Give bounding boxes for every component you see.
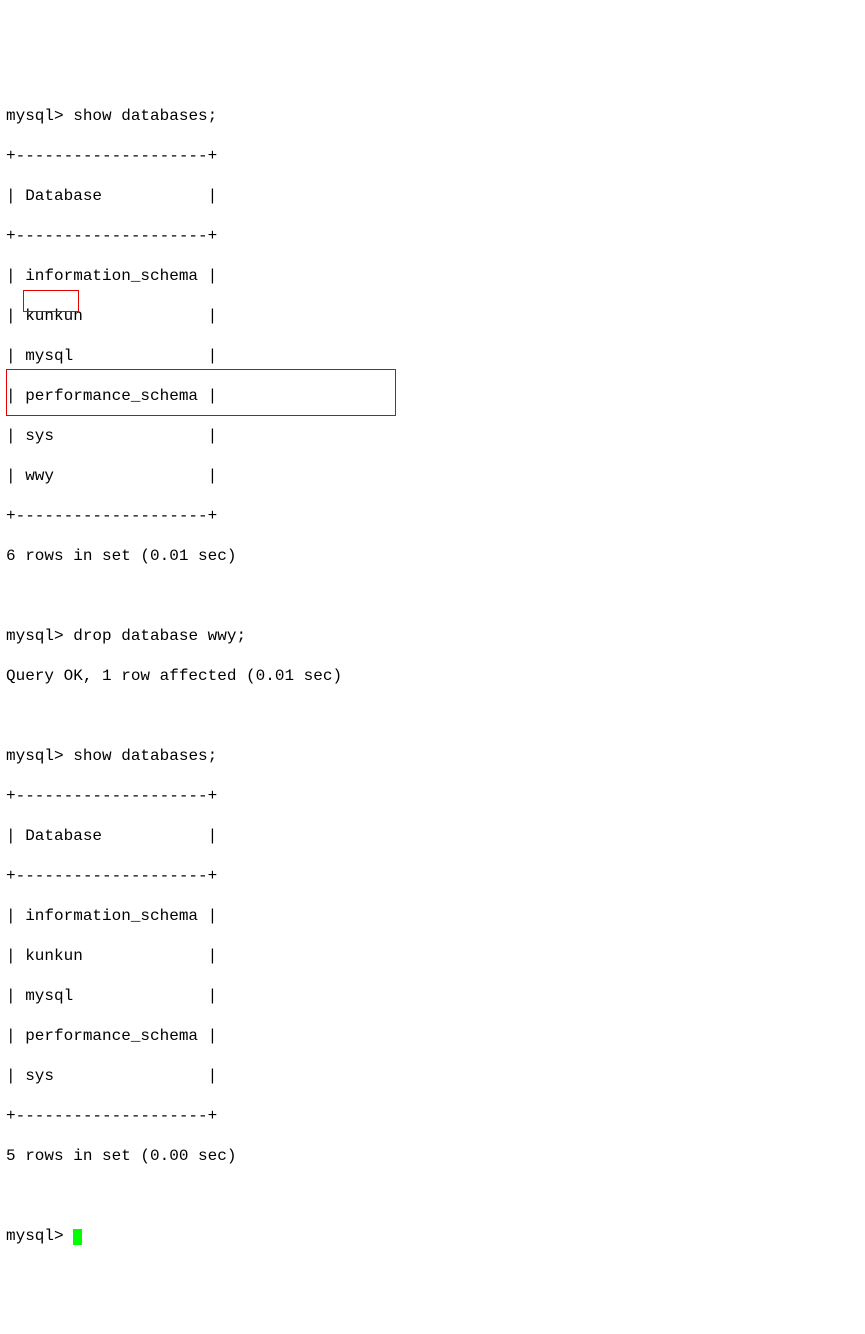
prompt: mysql> — [6, 1227, 64, 1245]
mysql-terminal[interactable]: mysql> show databases; +----------------… — [6, 86, 859, 1306]
table-row: | mysql | — [6, 346, 859, 366]
table-header: | Database | — [6, 826, 859, 846]
cmd-line-2: mysql> drop database wwy; — [6, 626, 859, 646]
table-row: | sys | — [6, 1066, 859, 1086]
summary-2: 5 rows in set (0.00 sec) — [6, 1146, 859, 1166]
blank — [6, 706, 859, 726]
table-row: | performance_schema | — [6, 386, 859, 406]
table-row: | information_schema | — [6, 906, 859, 926]
command-show-1: show databases; — [73, 107, 217, 125]
table-sep: +--------------------+ — [6, 146, 859, 166]
table-sep: +--------------------+ — [6, 1106, 859, 1126]
summary-1: 6 rows in set (0.01 sec) — [6, 546, 859, 566]
table-sep: +--------------------+ — [6, 866, 859, 886]
command-show-2: show databases; — [73, 747, 217, 765]
command-drop: drop database wwy; — [73, 627, 246, 645]
table-header: | Database | — [6, 186, 859, 206]
table-sep: +--------------------+ — [6, 226, 859, 246]
table-sep: +--------------------+ — [6, 786, 859, 806]
table-row: | kunkun | — [6, 946, 859, 966]
prompt: mysql> — [6, 747, 64, 765]
prompt: mysql> — [6, 627, 64, 645]
blank — [6, 1186, 859, 1206]
table-row: | performance_schema | — [6, 1026, 859, 1046]
table-row: | sys | — [6, 426, 859, 446]
table-row: | kunkun | — [6, 306, 859, 326]
cmd-line-3: mysql> show databases; — [6, 746, 859, 766]
table-row: | mysql | — [6, 986, 859, 1006]
table-row-wwy: | wwy | — [6, 466, 859, 486]
drop-result: Query OK, 1 row affected (0.01 sec) — [6, 666, 859, 686]
prompt: mysql> — [6, 107, 64, 125]
table-sep: +--------------------+ — [6, 506, 859, 526]
cursor-icon[interactable] — [73, 1229, 82, 1245]
cmd-line-1: mysql> show databases; — [6, 106, 859, 126]
cmd-line-4: mysql> — [6, 1226, 859, 1246]
table-row: | information_schema | — [6, 266, 859, 286]
blank — [6, 586, 859, 606]
